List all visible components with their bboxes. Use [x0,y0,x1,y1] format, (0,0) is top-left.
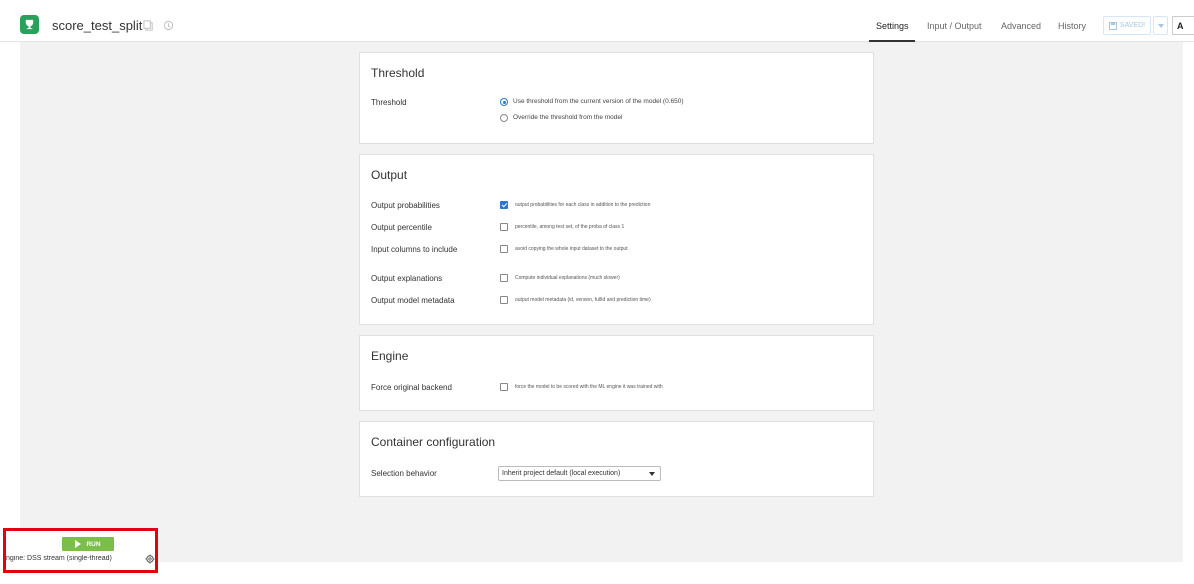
recipe-logo-icon[interactable] [20,15,39,34]
threshold-section: Threshold Threshold Use threshold from t… [359,52,874,144]
tab-input-output[interactable]: Input / Output [927,21,982,31]
save-icon [1108,21,1117,30]
output-metadata-text: output model metadata (id, version, full… [515,297,651,303]
selection-behavior-value: Inherit project default (local execution… [502,470,621,477]
run-panel: RUN ngine: DSS stream (single-thread) [3,528,158,573]
chevron-down-icon [649,472,655,476]
section-title: Threshold [371,66,425,80]
input-columns-label: Input columns to include [371,245,458,254]
run-button[interactable]: RUN [62,537,114,551]
section-title: Engine [371,349,409,363]
history-icon[interactable] [163,20,174,31]
force-backend-label: Force original backend [371,383,452,392]
actions-button[interactable]: A [1172,16,1194,35]
engine-info: ngine: DSS stream (single-thread) [6,555,112,562]
saved-button[interactable]: SAVED! [1103,16,1151,35]
saved-label: SAVED! [1119,22,1146,29]
recipe-title[interactable]: score_test_split [52,18,142,33]
tab-settings[interactable]: Settings [876,21,909,31]
top-header: score_test_split Settings Input / Output… [0,0,1194,42]
force-backend-checkbox[interactable] [500,383,508,391]
output-explanations-checkbox[interactable] [500,274,508,282]
output-probabilities-label: Output probabilities [371,201,440,210]
output-probabilities-checkbox[interactable] [500,201,508,209]
section-title: Output [371,168,408,182]
input-columns-checkbox[interactable] [500,245,508,253]
output-percentile-label: Output percentile [371,223,432,232]
force-backend-text: force the model to be scored with the ML… [515,384,663,390]
engine-section: Engine Force original backend force the … [359,335,874,411]
output-percentile-checkbox[interactable] [500,223,508,231]
trophy-icon [25,19,34,30]
threshold-override-text: Override the threshold from the model [513,114,623,121]
output-section: Output Output probabilities output proba… [359,154,874,325]
output-metadata-checkbox[interactable] [500,296,508,304]
output-metadata-label: Output model metadata [371,296,455,305]
output-explanations-text: Compute individual explanations (much sl… [515,275,620,281]
run-label: RUN [86,540,101,548]
threshold-current-text: Use threshold from the current version o… [513,98,684,105]
output-percentile-text: percentile, among test set, of the proba… [515,224,625,230]
selection-behavior-label: Selection behavior [371,469,437,478]
threshold-override-radio[interactable] [500,114,508,122]
selection-behavior-select[interactable]: Inherit project default (local execution… [498,466,661,481]
container-section: Container configuration Selection behavi… [359,421,874,497]
gear-icon[interactable] [145,554,155,564]
tab-advanced[interactable]: Advanced [1001,21,1041,31]
section-title: Container configuration [371,435,496,449]
output-explanations-label: Output explanations [371,274,443,283]
save-dropdown-button[interactable] [1153,16,1168,35]
input-columns-text: avoid copying the whole input dataset to… [515,246,628,252]
tab-history[interactable]: History [1058,21,1086,31]
play-icon [75,540,82,548]
output-probabilities-text: output probabilities for each class in a… [515,202,651,208]
threshold-label: Threshold [371,98,407,107]
copy-icon[interactable] [143,20,154,31]
threshold-current-radio[interactable] [500,98,508,106]
